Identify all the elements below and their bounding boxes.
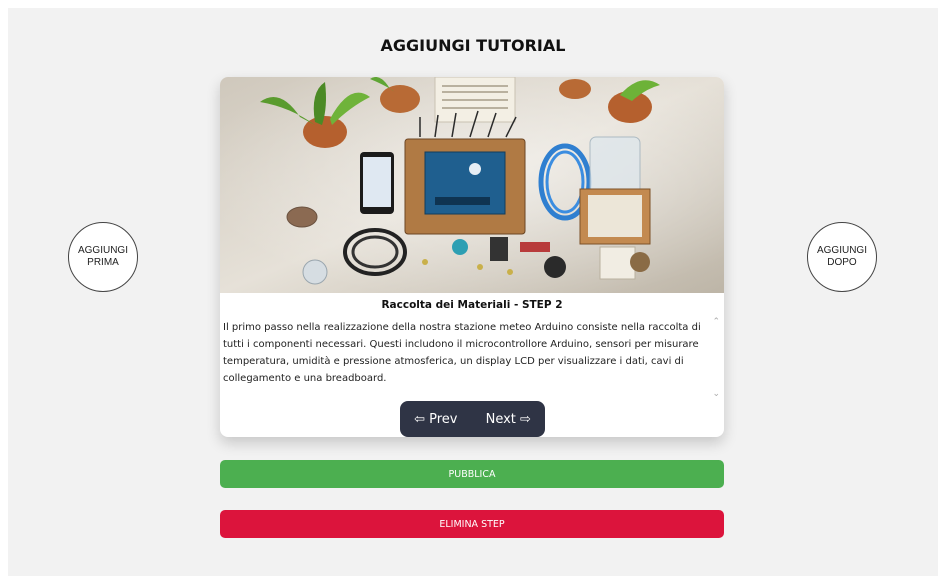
- add-after-button[interactable]: AGGIUNGI DOPO: [807, 222, 877, 292]
- step-title: Raccolta dei Materiali - STEP 2: [381, 299, 563, 311]
- add-after-label-line2: DOPO: [827, 257, 857, 268]
- add-before-label-line1: AGGIUNGI: [77, 245, 128, 256]
- prev-button[interactable]: ⇦ Prev: [414, 412, 457, 427]
- step-navigation: ⇦ Prev Next ⇨: [400, 401, 545, 437]
- delete-step-button[interactable]: ELIMINA STEP: [220, 510, 724, 538]
- step-card: Raccolta dei Materiali - STEP 2 Il primo…: [220, 77, 724, 437]
- publish-button[interactable]: PUBBLICA: [220, 460, 724, 488]
- next-button[interactable]: Next ⇨: [486, 412, 531, 427]
- add-after-label-line1: AGGIUNGI: [816, 245, 867, 256]
- step-description: Il primo passo nella realizzazione della…: [223, 322, 701, 384]
- step-image: [220, 77, 724, 293]
- scroll-up-icon[interactable]: ⌃: [712, 317, 720, 327]
- page-title: AGGIUNGI TUTORIAL: [380, 36, 566, 55]
- scroll-down-icon[interactable]: ⌄: [712, 389, 720, 399]
- add-before-label-line2: PRIMA: [87, 257, 119, 268]
- add-before-button[interactable]: AGGIUNGI PRIMA: [68, 222, 138, 292]
